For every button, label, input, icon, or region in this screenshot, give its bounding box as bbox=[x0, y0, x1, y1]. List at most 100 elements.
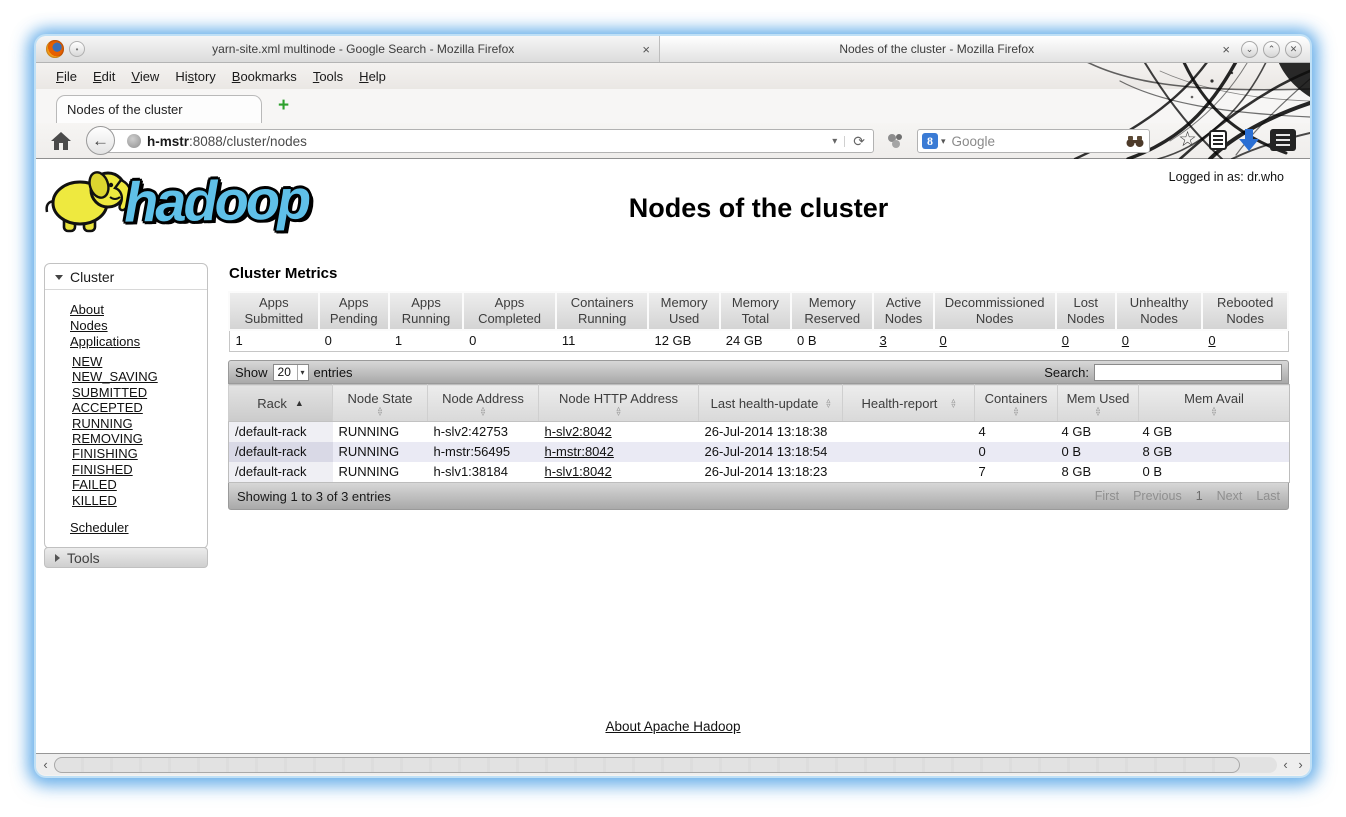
rebooted-nodes-link[interactable]: 0 bbox=[1208, 333, 1215, 348]
state-failed-link[interactable]: FAILED bbox=[72, 477, 117, 492]
reload-icon[interactable]: ⟳ bbox=[845, 133, 873, 150]
downloads-icon[interactable] bbox=[1239, 129, 1259, 151]
close-icon[interactable]: × bbox=[1213, 42, 1239, 57]
show-label: Show bbox=[235, 364, 268, 380]
state-new-saving-link[interactable]: NEW_SAVING bbox=[72, 369, 158, 384]
metrics-col-header: Rebooted Nodes bbox=[1201, 291, 1289, 331]
sidebar-item-state: SUBMITTED bbox=[72, 385, 207, 400]
metrics-apps-pending: 0 bbox=[318, 329, 389, 352]
reading-list-icon[interactable] bbox=[1208, 130, 1228, 150]
tab-nodes-of-the-cluster[interactable]: Nodes of the cluster bbox=[56, 95, 262, 123]
pagination-next[interactable]: Next bbox=[1217, 489, 1243, 503]
google-engine-icon[interactable]: 8 bbox=[922, 133, 938, 149]
showing-entries-status: Showing 1 to 3 of 3 entries bbox=[237, 488, 391, 504]
pagination-last[interactable]: Last bbox=[1256, 489, 1280, 503]
scrollbar-track[interactable] bbox=[54, 756, 1277, 773]
sidebar-item-state: NEW_SAVING bbox=[72, 369, 207, 384]
browser-window: • yarn-site.xml multinode - Google Searc… bbox=[36, 36, 1310, 776]
lost-nodes-link[interactable]: 0 bbox=[1062, 333, 1069, 348]
sidebar-item-applications: Applications bbox=[70, 334, 207, 350]
inactive-window-title-tab[interactable]: • yarn-site.xml multinode - Google Searc… bbox=[36, 36, 660, 62]
bookmark-star-icon[interactable]: ☆ bbox=[1178, 128, 1197, 152]
sort-icons: ▵ ▿ bbox=[951, 396, 956, 410]
scroll-left-icon[interactable]: ‹ bbox=[1279, 756, 1292, 774]
url-input[interactable]: h-mstr :8088/cluster/nodes ▾ ⟳ bbox=[100, 129, 874, 153]
decommissioned-nodes-link[interactable]: 0 bbox=[940, 333, 947, 348]
scroll-right-icon[interactable]: › bbox=[1294, 756, 1307, 774]
state-accepted-link[interactable]: ACCEPTED bbox=[72, 400, 143, 415]
share-icon[interactable] bbox=[887, 133, 905, 149]
binoculars-icon[interactable] bbox=[1126, 135, 1144, 148]
col-header-containers[interactable]: Containers ▵ ▿ bbox=[974, 384, 1058, 422]
state-killed-link[interactable]: KILLED bbox=[72, 493, 117, 508]
sidebar-item-state: FAILED bbox=[72, 477, 207, 492]
metrics-col-header: Lost Nodes bbox=[1054, 291, 1117, 331]
scrollbar-thumb[interactable] bbox=[54, 756, 1241, 773]
cell-node-state: RUNNING bbox=[332, 442, 428, 462]
page-size-select[interactable]: 20 ▾ bbox=[272, 363, 309, 381]
horizontal-scrollbar[interactable]: ‹ ‹ › bbox=[36, 753, 1310, 775]
minimize-button[interactable]: ⌄ bbox=[1241, 40, 1258, 58]
state-finished-link[interactable]: FINISHED bbox=[72, 462, 133, 477]
scheduler-link[interactable]: Scheduler bbox=[70, 520, 129, 535]
unhealthy-nodes-link[interactable]: 0 bbox=[1122, 333, 1129, 348]
close-button[interactable]: ✕ bbox=[1285, 40, 1302, 58]
pagination-first[interactable]: First bbox=[1095, 489, 1119, 503]
state-new-link[interactable]: NEW bbox=[72, 354, 102, 369]
sidebar-cluster-header[interactable]: Cluster bbox=[45, 264, 207, 290]
menu-view[interactable]: View bbox=[123, 66, 167, 87]
menu-edit[interactable]: Edit bbox=[85, 66, 123, 87]
sidebar-item-about: About bbox=[70, 302, 207, 318]
state-removing-link[interactable]: REMOVING bbox=[72, 431, 143, 446]
node-http-link[interactable]: h-slv1:8042 bbox=[545, 464, 612, 479]
col-header-health-report[interactable]: Health-report ▵ ▿ bbox=[842, 384, 975, 422]
sidebar-tools-header[interactable]: Tools bbox=[44, 547, 208, 568]
search-engine-dropdown-icon[interactable]: ▾ bbox=[941, 136, 946, 147]
sidebar-item-state: REMOVING bbox=[72, 431, 207, 446]
web-search-input[interactable] bbox=[951, 133, 1126, 149]
scroll-left-icon[interactable]: ‹ bbox=[39, 756, 52, 774]
pagination-page-1[interactable]: 1 bbox=[1196, 489, 1203, 503]
col-header-mem-used[interactable]: Mem Used ▵ ▿ bbox=[1057, 384, 1139, 422]
menu-history[interactable]: History bbox=[167, 66, 223, 87]
col-header-last-health-update[interactable]: Last health-update ▵ ▿ bbox=[698, 384, 843, 422]
state-submitted-link[interactable]: SUBMITTED bbox=[72, 385, 147, 400]
menu-tools[interactable]: Tools bbox=[305, 66, 351, 87]
col-header-rack[interactable]: Rack ▲ bbox=[228, 384, 333, 422]
app-menu-icon[interactable] bbox=[1270, 129, 1296, 151]
node-http-link[interactable]: h-mstr:8042 bbox=[545, 444, 614, 459]
metrics-col-header: Containers Running bbox=[554, 291, 650, 331]
back-button[interactable]: ← bbox=[86, 126, 115, 155]
active-window-title: Nodes of the cluster - Mozilla Firefox bbox=[839, 42, 1035, 56]
url-dropdown-icon[interactable]: ▾ bbox=[825, 135, 846, 147]
cell-mem-avail: 8 GB bbox=[1138, 442, 1290, 462]
menu-bookmarks[interactable]: Bookmarks bbox=[224, 66, 305, 87]
menu-help[interactable]: Help bbox=[351, 66, 394, 87]
col-header-node-state[interactable]: Node State ▵ ▿ bbox=[332, 384, 428, 422]
state-finishing-link[interactable]: FINISHING bbox=[72, 446, 138, 461]
nodes-link[interactable]: Nodes bbox=[70, 318, 108, 333]
active-window-title-tab[interactable]: Nodes of the cluster - Mozilla Firefox ×… bbox=[660, 36, 1310, 62]
close-icon[interactable]: × bbox=[633, 42, 659, 57]
maximize-button[interactable]: ⌃ bbox=[1263, 40, 1280, 58]
applications-link[interactable]: Applications bbox=[70, 334, 140, 349]
menu-file[interactable]: File bbox=[48, 66, 85, 87]
active-nodes-link[interactable]: 3 bbox=[879, 333, 886, 348]
about-apache-hadoop-link[interactable]: About Apache Hadoop bbox=[605, 719, 740, 734]
hadoop-elephant-icon bbox=[45, 171, 133, 233]
cell-containers: 4 bbox=[974, 421, 1058, 442]
col-header-node-address[interactable]: Node Address ▵ ▿ bbox=[427, 384, 539, 422]
window-menu-button[interactable]: • bbox=[69, 41, 85, 57]
pagination-previous[interactable]: Previous bbox=[1133, 489, 1182, 503]
cell-mem-avail: 4 GB bbox=[1138, 421, 1290, 442]
table-search-input[interactable] bbox=[1094, 363, 1282, 381]
about-link[interactable]: About bbox=[70, 302, 104, 317]
node-http-link[interactable]: h-slv2:8042 bbox=[545, 424, 612, 439]
metrics-apps-completed: 0 bbox=[463, 329, 556, 352]
state-running-link[interactable]: RUNNING bbox=[72, 416, 133, 431]
cluster-metrics-table: Apps Submitted Apps Pending Apps Running… bbox=[228, 291, 1289, 352]
col-header-mem-avail[interactable]: Mem Avail ▵ ▿ bbox=[1138, 384, 1290, 422]
col-header-node-http-address[interactable]: Node HTTP Address ▵ ▿ bbox=[538, 384, 699, 422]
new-tab-button[interactable]: + bbox=[278, 95, 289, 117]
home-icon[interactable] bbox=[51, 132, 71, 150]
